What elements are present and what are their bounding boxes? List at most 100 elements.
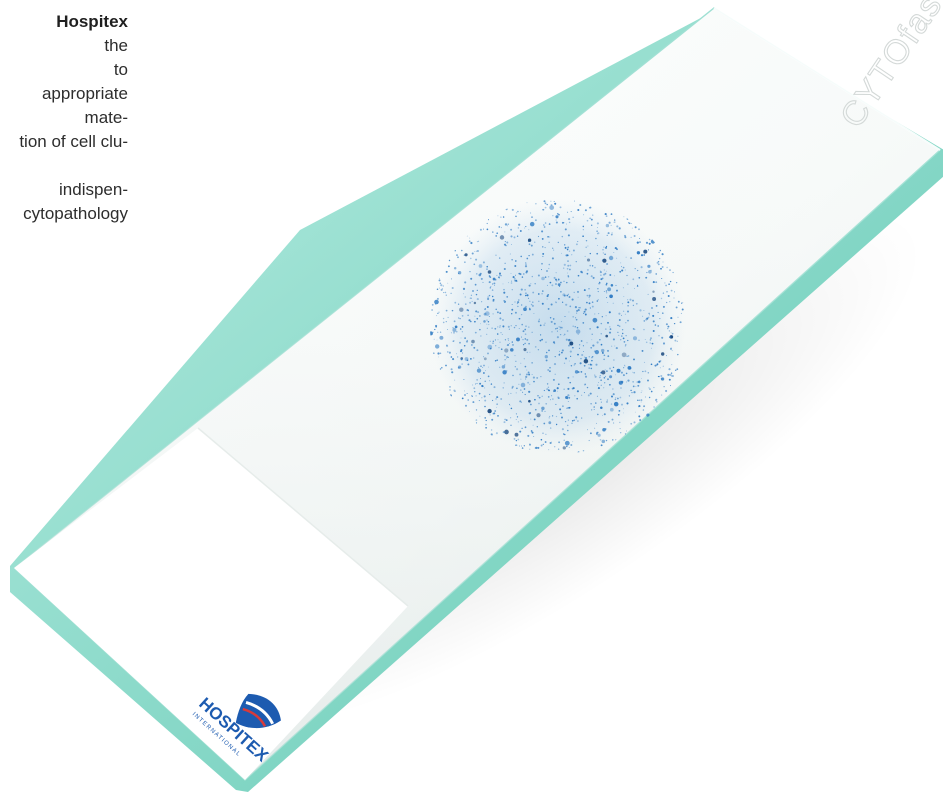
cell-speck	[575, 416, 578, 419]
cell-speck	[494, 285, 496, 287]
cell-speck	[577, 296, 579, 298]
cell-speck	[520, 420, 522, 421]
cell-speck	[577, 208, 580, 212]
cell-speck	[619, 270, 622, 273]
cell-speck	[561, 349, 564, 352]
cell-speck	[528, 243, 531, 246]
cell-speck	[560, 412, 562, 415]
cell-speck	[588, 288, 590, 290]
cell-speck	[581, 353, 584, 357]
cell-speck	[591, 333, 593, 335]
cell-speck	[510, 392, 512, 394]
cell-speck	[542, 443, 544, 446]
cell-speck	[577, 241, 579, 243]
cell-speck	[497, 326, 499, 328]
cell-speck	[600, 379, 602, 381]
cell-speck	[516, 368, 519, 371]
cell-speck	[543, 389, 546, 392]
cell-speck	[479, 378, 482, 380]
cell-speck	[548, 241, 550, 243]
cell-speck	[480, 323, 482, 325]
cell-speck	[646, 271, 648, 274]
cell-speck	[527, 381, 529, 384]
cell-speck	[527, 238, 532, 242]
cell-speck	[617, 324, 619, 327]
cell-speck	[534, 398, 536, 401]
cell-speck	[572, 387, 575, 390]
cell-speck	[618, 227, 621, 230]
cell-speck	[583, 392, 585, 394]
cell-speck	[588, 294, 591, 297]
cell-speck	[583, 214, 585, 216]
cell-speck	[547, 307, 550, 310]
cell-speck	[549, 205, 555, 210]
cell-speck	[571, 339, 573, 341]
cell-speck	[475, 383, 477, 385]
cell-speck	[554, 202, 557, 205]
cell-speck	[525, 226, 527, 228]
cell-speck	[507, 223, 510, 225]
cell-speck	[630, 389, 632, 392]
cell-speck	[479, 328, 481, 331]
cell-speck	[578, 344, 581, 346]
cell-speck	[557, 278, 560, 281]
cell-speck	[547, 235, 549, 238]
cell-speck	[576, 397, 578, 400]
cell-speck	[512, 276, 515, 279]
cell-speck	[537, 293, 540, 295]
cell-speck	[591, 305, 594, 308]
cell-speck	[461, 331, 463, 333]
cell-speck	[619, 396, 622, 399]
cell-speck	[600, 333, 602, 335]
cell-speck	[486, 265, 488, 268]
cell-speck	[648, 312, 650, 314]
cell-speck	[603, 413, 606, 416]
cell-speck	[452, 328, 457, 332]
cell-speck	[431, 309, 433, 311]
cell-speck	[583, 310, 586, 313]
cell-speck	[494, 327, 497, 330]
cell-speck	[509, 417, 512, 419]
cell-speck	[524, 265, 528, 268]
cell-speck	[470, 297, 473, 299]
cell-speck	[681, 302, 683, 304]
cell-speck	[637, 269, 639, 272]
cell-speck	[475, 310, 478, 313]
cell-speck	[615, 374, 616, 376]
cell-speck	[604, 369, 606, 371]
cell-speck	[508, 403, 511, 405]
cell-speck	[439, 352, 442, 355]
cell-speck	[597, 387, 600, 390]
cell-speck	[651, 307, 653, 309]
cell-speck	[536, 413, 541, 418]
cell-speck	[657, 263, 660, 266]
cell-speck	[438, 279, 441, 282]
cell-speck	[556, 280, 558, 282]
cell-speck	[526, 257, 529, 260]
cell-speck	[517, 301, 520, 304]
cell-speck	[497, 415, 499, 417]
cell-speck	[441, 288, 443, 290]
cell-speck	[667, 295, 670, 297]
cell-speck	[609, 407, 614, 412]
cell-speck	[673, 322, 676, 325]
cell-speck	[520, 255, 523, 258]
cell-speck	[597, 431, 599, 434]
cell-speck	[517, 210, 519, 213]
cell-speck	[600, 278, 603, 281]
cell-speck	[523, 388, 526, 390]
cell-speck	[572, 216, 574, 218]
cell-speck	[497, 215, 499, 217]
cell-speck	[665, 323, 668, 326]
cell-speck	[475, 250, 477, 252]
cell-speck	[530, 212, 532, 214]
cell-speck	[639, 238, 641, 239]
cell-speck	[509, 253, 511, 255]
cell-speck	[640, 266, 643, 269]
cell-speck	[572, 325, 574, 327]
cell-speck	[492, 412, 495, 415]
cell-speck	[577, 353, 579, 356]
cell-speck	[575, 329, 581, 334]
cell-speck	[545, 341, 547, 343]
cell-speck	[589, 392, 592, 395]
